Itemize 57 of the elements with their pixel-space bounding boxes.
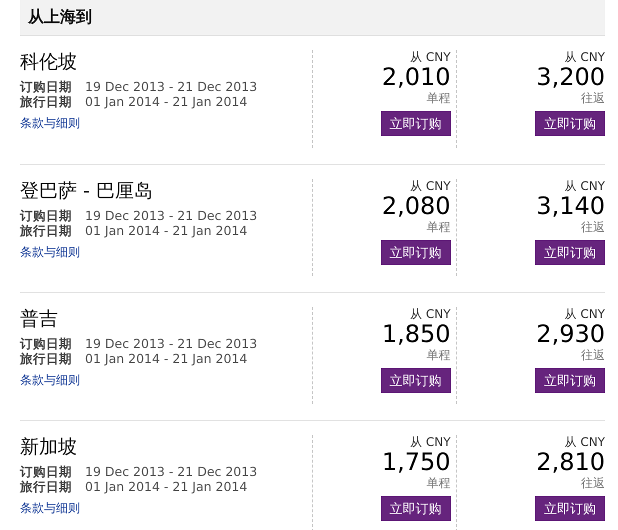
currency-label: 从 CNY: [410, 435, 451, 449]
fare-price: 3,200: [536, 64, 606, 90]
date-range: 01 Jan 2014 - 21 Jan 2014: [85, 479, 248, 494]
trip-type: 往返: [581, 219, 606, 235]
date-label: 旅行日期: [20, 223, 73, 238]
trip-type: 单程: [426, 90, 451, 106]
trip-type: 单程: [426, 219, 451, 235]
fare-price: 3,140: [536, 193, 606, 219]
destination-name: 新加坡: [20, 435, 78, 459]
book-now-button[interactable]: 立即订购: [380, 496, 451, 521]
date-label: 旅行日期: [20, 351, 73, 366]
destination-name: 普吉: [20, 307, 59, 331]
trip-type: 往返: [581, 90, 606, 106]
date-label: 订购日期: [20, 336, 73, 351]
currency-label: 从 CNY: [410, 179, 451, 193]
date-range: 19 Dec 2013 - 21 Dec 2013: [85, 336, 258, 351]
currency-label: 从 CNY: [564, 50, 606, 64]
fare-price: 2,930: [536, 321, 606, 347]
terms-link[interactable]: 条款与细则: [20, 244, 80, 261]
book-now-button[interactable]: 立即订购: [380, 240, 451, 265]
book-now-button[interactable]: 立即订购: [535, 111, 606, 136]
fare-price: 2,810: [536, 449, 606, 475]
currency-label: 从 CNY: [564, 435, 606, 449]
date-range: 19 Dec 2013 - 21 Dec 2013: [85, 208, 258, 223]
currency-label: 从 CNY: [564, 179, 606, 193]
fare-price: 1,850: [382, 321, 451, 347]
trip-type: 单程: [426, 475, 451, 491]
terms-link[interactable]: 条款与细则: [20, 115, 80, 132]
terms-link[interactable]: 条款与细则: [20, 500, 80, 517]
currency-label: 从 CNY: [410, 50, 451, 64]
date-label: 旅行日期: [20, 94, 73, 109]
date-label: 订购日期: [20, 79, 73, 94]
date-range: 01 Jan 2014 - 21 Jan 2014: [85, 351, 248, 366]
destination-name: 科伦坡: [20, 50, 78, 74]
destination-name: 登巴萨 - 巴厘岛: [20, 179, 154, 203]
date-label: 订购日期: [20, 464, 73, 479]
book-now-button[interactable]: 立即订购: [535, 496, 606, 521]
trip-type: 往返: [581, 475, 606, 491]
date-range: 01 Jan 2014 - 21 Jan 2014: [85, 223, 248, 238]
section-title: 从上海到: [28, 7, 92, 28]
book-now-button[interactable]: 立即订购: [535, 240, 606, 265]
fare-price: 2,080: [382, 193, 451, 219]
date-range: 19 Dec 2013 - 21 Dec 2013: [85, 464, 258, 479]
trip-type: 单程: [426, 347, 451, 363]
currency-label: 从 CNY: [410, 307, 451, 321]
fare-price: 2,010: [382, 64, 451, 90]
book-now-button[interactable]: 立即订购: [380, 368, 451, 393]
book-now-button[interactable]: 立即订购: [535, 368, 606, 393]
currency-label: 从 CNY: [564, 307, 606, 321]
fare-price: 1,750: [382, 449, 451, 475]
trip-type: 往返: [581, 347, 606, 363]
book-now-button[interactable]: 立即订购: [380, 111, 451, 136]
date-label: 订购日期: [20, 208, 73, 223]
date-label: 旅行日期: [20, 479, 73, 494]
terms-link[interactable]: 条款与细则: [20, 372, 80, 389]
date-range: 01 Jan 2014 - 21 Jan 2014: [85, 94, 248, 109]
date-range: 19 Dec 2013 - 21 Dec 2013: [85, 79, 258, 94]
